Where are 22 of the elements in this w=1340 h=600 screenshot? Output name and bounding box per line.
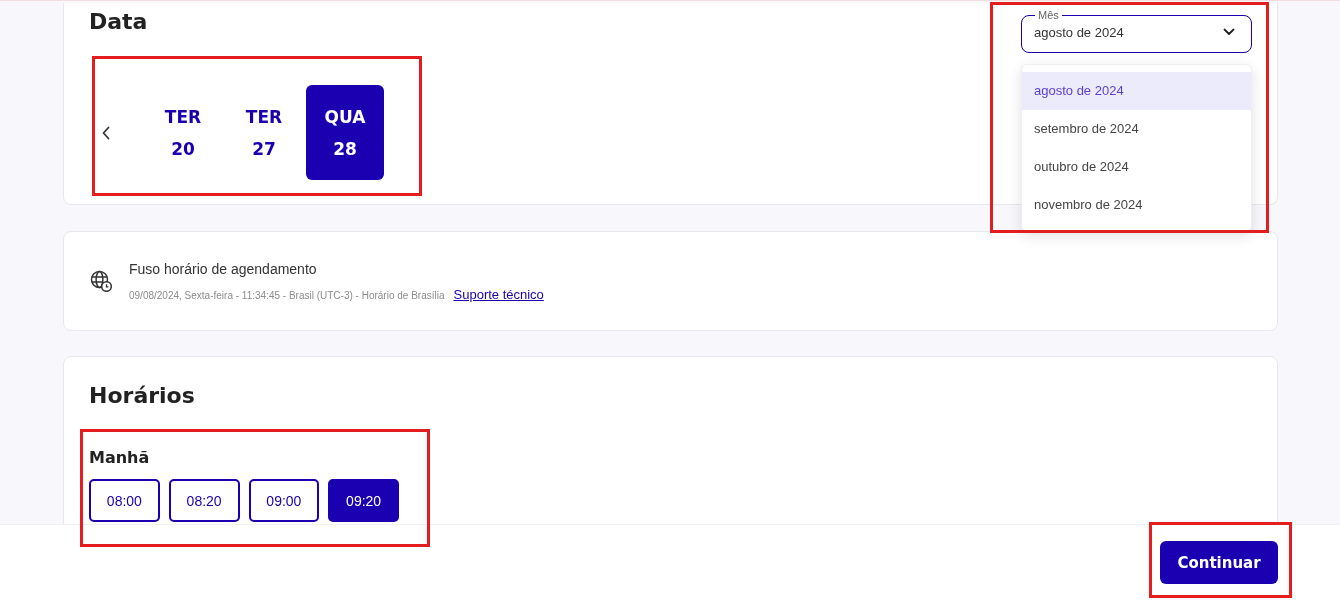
dropdown-option[interactable]: agosto de 2024: [1022, 72, 1251, 110]
month-select[interactable]: Mês agosto de 2024: [1021, 9, 1252, 53]
section-heading: Horários: [89, 382, 196, 410]
globe-clock-icon: [90, 270, 112, 292]
time-slot-button[interactable]: 09:20: [328, 479, 399, 522]
time-slot-button[interactable]: 08:00: [89, 479, 160, 522]
day-button[interactable]: TER 27: [225, 85, 303, 180]
continue-button[interactable]: Continuar: [1160, 541, 1278, 584]
period-heading: Manhã: [89, 447, 151, 469]
dropdown-option[interactable]: setembro de 2024: [1022, 110, 1251, 148]
time-slot-button[interactable]: 09:00: [248, 479, 320, 522]
chevron-down-icon: [1223, 28, 1235, 36]
day-button[interactable]: TER 20: [144, 85, 222, 180]
dropdown-option[interactable]: novembro de 2024: [1022, 186, 1251, 224]
timezone-details: 09/08/2024, Sexta-feira - 11:34:45 - Brasil (UTC-3) - Horário de Brasília: [129, 290, 445, 301]
time-slot-button[interactable]: 08:20: [168, 479, 240, 522]
day-button[interactable]: QUA 28: [306, 85, 384, 180]
timezone-title: Fuso horário de agendamento: [129, 260, 318, 278]
support-link[interactable]: Suporte técnico: [453, 287, 544, 302]
chevron-left-icon[interactable]: [101, 125, 111, 140]
dropdown-option[interactable]: outubro de 2024: [1022, 148, 1251, 186]
section-heading: Data: [89, 8, 148, 36]
